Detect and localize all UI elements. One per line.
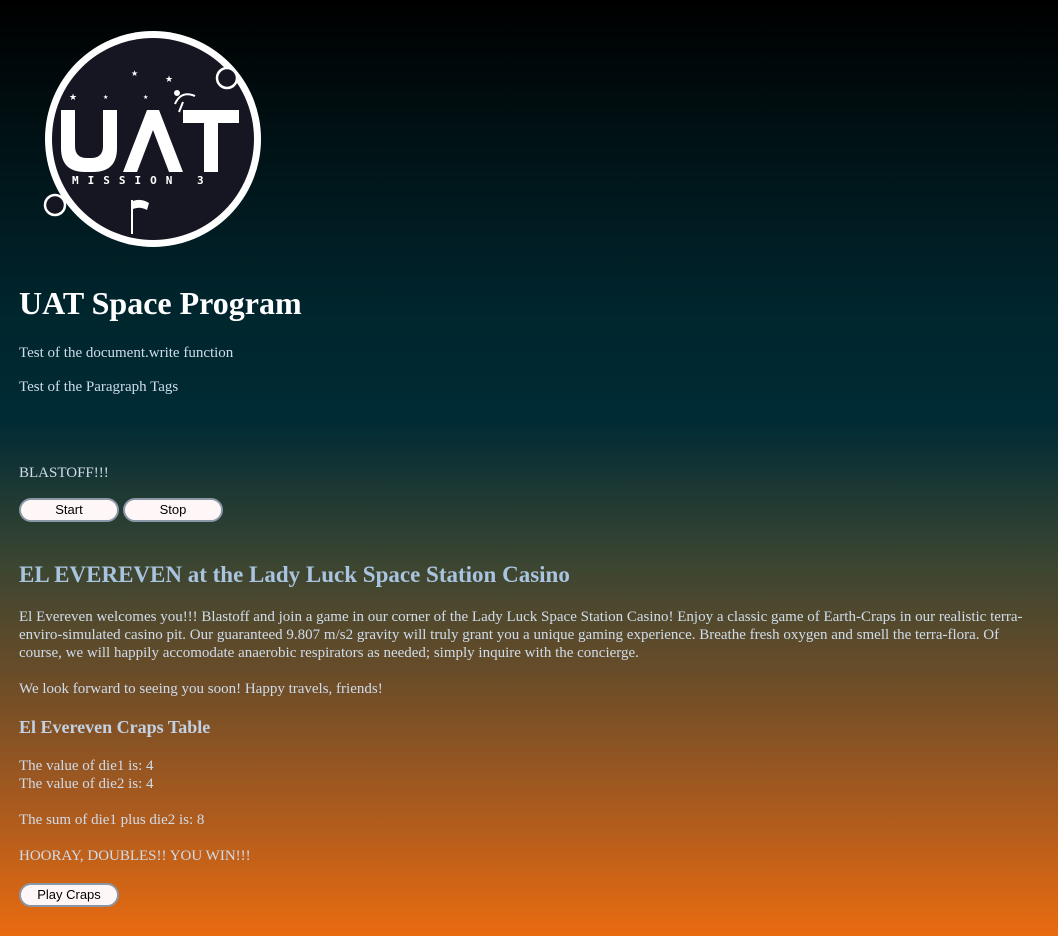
craps-table-heading: El Evereven Craps Table xyxy=(19,717,211,737)
stop-button[interactable]: Stop xyxy=(123,498,223,522)
start-button[interactable]: Start xyxy=(19,498,119,522)
svg-text:★: ★ xyxy=(143,94,148,101)
svg-text:★: ★ xyxy=(69,93,77,103)
svg-text:★: ★ xyxy=(131,69,138,78)
svg-text:MISSION 3: MISSION 3 xyxy=(72,174,213,187)
svg-text:★: ★ xyxy=(103,94,108,101)
play-craps-button[interactable]: Play Craps xyxy=(19,883,119,907)
casino-welcome-text: El Evereven welcomes you!!! Blastoff and… xyxy=(19,609,1023,661)
svg-text:★: ★ xyxy=(165,75,173,85)
blastoff-text: BLASTOFF!!! xyxy=(19,465,109,481)
document-write-text: Test of the document.write function xyxy=(19,345,234,361)
casino-farewell-text: We look forward to seeing you soon! Happ… xyxy=(19,681,383,697)
casino-heading: EL EVEREVEN at the Lady Luck Space Stati… xyxy=(19,562,570,587)
paragraph-tags-text: Test of the Paragraph Tags xyxy=(19,379,179,395)
uat-mission-logo: ★ ★ ★ ★ ★ ★ MISSION 3 xyxy=(43,31,261,247)
die2-value-text: The value of die2 is: 4 xyxy=(19,776,154,792)
craps-result-text: HOORAY, DOUBLES!! YOU WIN!!! xyxy=(19,848,251,864)
dice-sum-text: The sum of die1 plus die2 is: 8 xyxy=(19,812,205,828)
die1-value-text: The value of die1 is: 4 xyxy=(19,758,154,774)
page-title: UAT Space Program xyxy=(19,285,302,321)
